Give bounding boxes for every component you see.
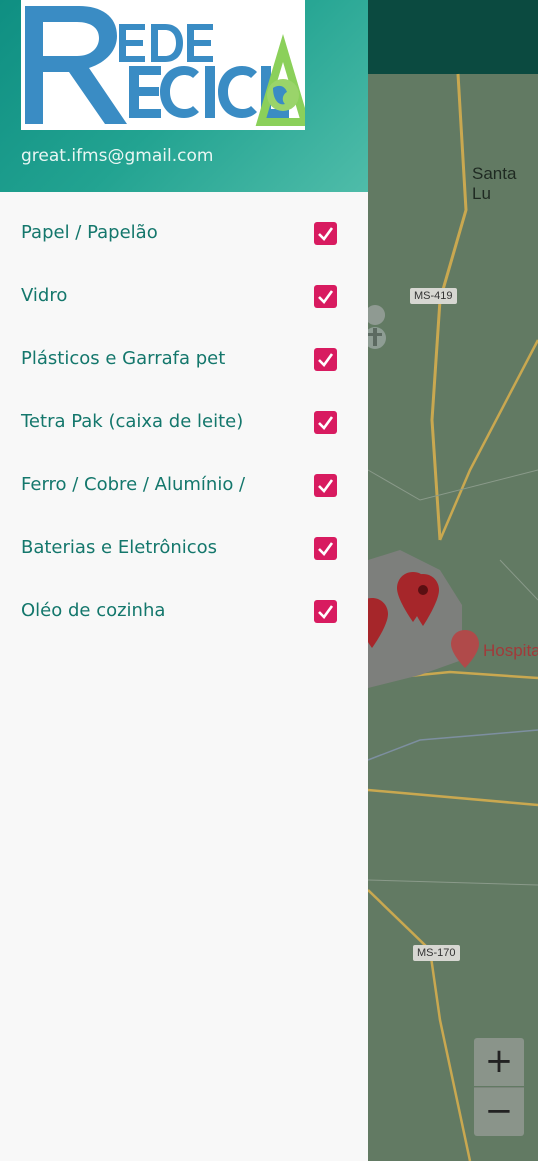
filter-item-papel[interactable]: Papel / Papelão xyxy=(0,202,368,265)
check-icon xyxy=(318,353,334,367)
filter-item-plasticos[interactable]: Plásticos e Garrafa pet xyxy=(0,328,368,391)
filter-checkbox[interactable] xyxy=(314,537,337,560)
filter-label: Ferro / Cobre / Alumínio / xyxy=(21,474,246,495)
zoom-in-button[interactable]: + xyxy=(474,1038,524,1086)
material-filter-list: Papel / Papelão Vidro Plásticos e Garraf… xyxy=(0,202,368,643)
filter-item-metais[interactable]: Ferro / Cobre / Alumínio / xyxy=(0,454,368,517)
check-icon xyxy=(318,542,334,556)
filter-checkbox[interactable] xyxy=(314,600,337,623)
user-email: great.ifms@gmail.com xyxy=(21,146,214,166)
check-icon xyxy=(318,416,334,430)
filter-item-baterias[interactable]: Baterias e Eletrônicos xyxy=(0,517,368,580)
filter-label: Papel / Papelão xyxy=(21,222,158,243)
filter-label: Tetra Pak (caixa de leite) xyxy=(21,411,244,432)
zoom-out-button[interactable]: − xyxy=(474,1087,524,1136)
filter-checkbox[interactable] xyxy=(314,348,337,371)
filter-checkbox[interactable] xyxy=(314,222,337,245)
filter-item-tetra-pak[interactable]: Tetra Pak (caixa de leite) xyxy=(0,391,368,454)
hospital-label: Hospita xyxy=(483,641,538,660)
road-badge-ms170: MS-170 xyxy=(413,945,460,961)
check-icon xyxy=(318,605,334,619)
filter-label: Plásticos e Garrafa pet xyxy=(21,348,226,369)
filter-label: Baterias e Eletrônicos xyxy=(21,537,218,558)
check-icon xyxy=(318,290,334,304)
filter-label: Vidro xyxy=(21,285,68,306)
filter-checkbox[interactable] xyxy=(314,474,337,497)
road-badge-ms419: MS-419 xyxy=(410,288,457,304)
filter-checkbox[interactable] xyxy=(314,411,337,434)
drawer-header: great.ifms@gmail.com xyxy=(0,0,368,192)
check-icon xyxy=(318,227,334,241)
filter-label: Oléo de cozinha xyxy=(21,600,166,621)
check-icon xyxy=(318,479,334,493)
navigation-drawer: great.ifms@gmail.com Papel / Papelão Vid… xyxy=(0,0,368,1161)
map-place-label: Santa Lu xyxy=(472,164,517,203)
filter-checkbox[interactable] xyxy=(314,285,337,308)
filter-item-oleo[interactable]: Oléo de cozinha xyxy=(0,580,368,643)
app-logo xyxy=(21,0,311,130)
rede-recicla-logo xyxy=(25,6,311,126)
filter-item-vidro[interactable]: Vidro xyxy=(0,265,368,328)
